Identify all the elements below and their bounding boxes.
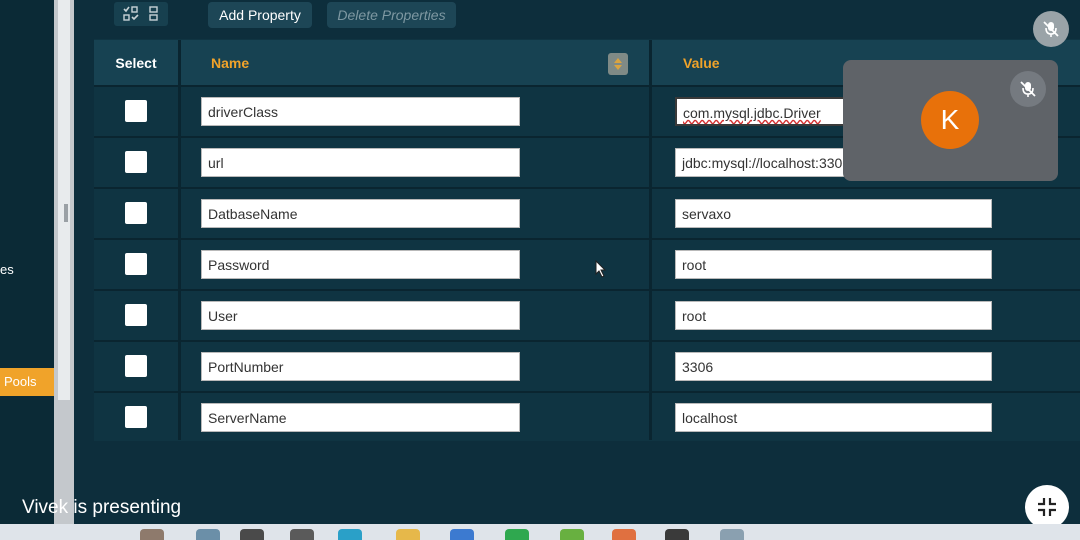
- avatar: K: [921, 91, 979, 149]
- deselect-all-icon[interactable]: [148, 6, 160, 22]
- row-divider: [94, 391, 1080, 393]
- row-select-checkbox[interactable]: [125, 202, 147, 224]
- property-name-field[interactable]: DatbaseName: [201, 199, 520, 228]
- property-value-field[interactable]: root: [675, 250, 992, 279]
- property-value-text: com.mysql.jdbc.Driver: [683, 105, 821, 121]
- sort-icon[interactable]: [608, 53, 628, 75]
- sidebar-item-pools[interactable]: Pools: [0, 368, 54, 396]
- property-name-field[interactable]: ServerName: [201, 403, 520, 432]
- row-select-checkbox[interactable]: [125, 304, 147, 326]
- presenting-label: Vivek is presenting: [22, 497, 182, 518]
- taskbar-app-icon[interactable]: [396, 529, 420, 540]
- select-all-icon[interactable]: [122, 6, 139, 22]
- mic-off-icon[interactable]: [1033, 11, 1069, 47]
- sidebar-scrollbar[interactable]: [58, 0, 70, 400]
- row-divider: [94, 289, 1080, 291]
- mic-off-icon: [1010, 71, 1046, 107]
- column-divider: [178, 40, 181, 440]
- taskbar-app-icon[interactable]: [290, 529, 314, 540]
- selection-toggle-group: [114, 2, 168, 26]
- property-value-field[interactable]: root: [675, 301, 992, 330]
- taskbar-app-icon[interactable]: [665, 529, 689, 540]
- taskbar-app-icon[interactable]: [505, 529, 529, 540]
- taskbar-app-icon[interactable]: [720, 529, 744, 540]
- sidebar-item-label[interactable]: es: [0, 262, 14, 277]
- taskbar-app-icon[interactable]: [612, 529, 636, 540]
- row-select-checkbox[interactable]: [125, 355, 147, 377]
- row-divider: [94, 187, 1080, 189]
- splitter-grip[interactable]: [64, 204, 68, 222]
- delete-properties-button[interactable]: Delete Properties: [327, 2, 456, 28]
- row-select-checkbox[interactable]: [125, 406, 147, 428]
- column-header-name[interactable]: Name: [181, 40, 649, 85]
- column-header-select: Select: [94, 40, 178, 85]
- taskbar-app-icon[interactable]: [560, 529, 584, 540]
- property-value-field[interactable]: servaxo: [675, 199, 992, 228]
- mouse-cursor-icon: [595, 260, 607, 278]
- property-value-field[interactable]: 3306: [675, 352, 992, 381]
- taskbar-app-icon[interactable]: [338, 529, 362, 540]
- taskbar-app-icon[interactable]: [196, 529, 220, 540]
- compress-icon[interactable]: [1025, 485, 1069, 529]
- property-name-field[interactable]: PortNumber: [201, 352, 520, 381]
- property-name-field[interactable]: Password: [201, 250, 520, 279]
- property-name-field[interactable]: driverClass: [201, 97, 520, 126]
- column-divider: [649, 40, 652, 440]
- row-divider: [94, 340, 1080, 342]
- property-name-field[interactable]: url: [201, 148, 520, 177]
- row-divider: [94, 238, 1080, 240]
- row-select-checkbox[interactable]: [125, 151, 147, 173]
- add-property-button[interactable]: Add Property: [208, 2, 312, 28]
- taskbar-app-icon[interactable]: [140, 529, 164, 540]
- taskbar-app-icon[interactable]: [240, 529, 264, 540]
- property-value-field[interactable]: localhost: [675, 403, 992, 432]
- row-select-checkbox[interactable]: [125, 100, 147, 122]
- row-select-checkbox[interactable]: [125, 253, 147, 275]
- taskbar-app-icon[interactable]: [450, 529, 474, 540]
- property-name-field[interactable]: User: [201, 301, 520, 330]
